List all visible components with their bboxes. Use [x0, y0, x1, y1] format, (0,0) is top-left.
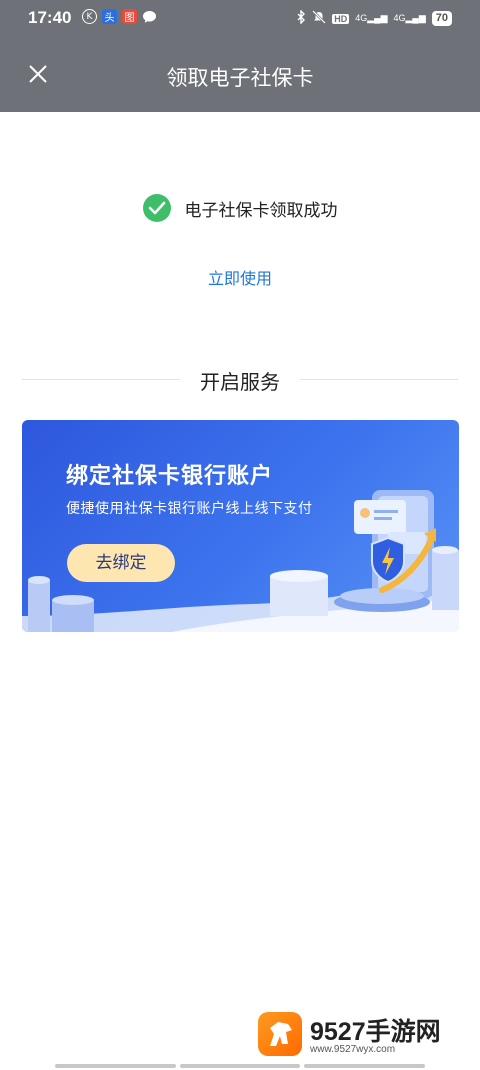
watermark-url: www.9527wyx.com [310, 1044, 396, 1055]
page-header: 领取电子社保卡 [0, 38, 480, 112]
signal-icon-2: 4G▂▄▆ [393, 13, 426, 23]
banner-title: 绑定社保卡银行账户 [66, 464, 274, 489]
top-bar: 17:40 K 头 图 HD 4G▂▄▆ 4G▂▄▆ 70 领取电子社保卡 [0, 0, 480, 112]
gesture-segment [304, 1064, 426, 1068]
k-app-icon: K [82, 9, 97, 24]
page-title: 领取电子社保卡 [166, 66, 314, 90]
network-label-2: 4G [393, 13, 406, 23]
success-message: 电子社保卡领取成功 [0, 194, 480, 222]
system-icons: HD 4G▂▄▆ 4G▂▄▆ 70 [297, 9, 452, 27]
gesture-segment [55, 1064, 176, 1068]
toutiao-icon: 头 [102, 9, 117, 24]
bind-button[interactable]: 去绑定 [67, 544, 175, 582]
watermark-brand: 9527手游网 [310, 1018, 441, 1046]
divider-line-right [300, 379, 458, 380]
app-root: 17:40 K 头 图 HD 4G▂▄▆ 4G▂▄▆ 70 领取电子社保卡 电子… [0, 0, 480, 1070]
section-title: 开启服务 [200, 370, 280, 394]
mute-icon [312, 10, 327, 27]
gesture-segment [179, 1064, 301, 1068]
message-bubble-icon [142, 9, 157, 24]
network-label-1: 4G [355, 13, 368, 23]
bluetooth-icon [297, 9, 306, 27]
hd-icon: HD [332, 13, 350, 24]
check-circle-icon [142, 194, 171, 222]
gesture-bar [55, 1064, 426, 1068]
battery-indicator: 70 [431, 11, 452, 26]
section-divider: 开启服务 [22, 366, 458, 394]
signal-icon-1: 4G▂▄▆ [355, 13, 388, 23]
status-bar: 17:40 K 头 图 HD 4G▂▄▆ 4G▂▄▆ 70 [0, 0, 480, 38]
use-now-link[interactable]: 立即使用 [0, 265, 480, 289]
success-text: 电子社保卡领取成功 [184, 200, 338, 221]
notification-icons: K 头 图 [82, 9, 157, 24]
horse-logo-icon [258, 1012, 302, 1056]
banner-subtitle: 便捷使用社保卡银行账户线上线下支付 [66, 501, 313, 517]
banner-illustration [22, 490, 459, 632]
baidu-map-icon: 图 [122, 9, 137, 24]
status-time: 17:40 [28, 8, 72, 27]
watermark: 9527手游网 www.9527wyx.com [258, 1010, 458, 1058]
bind-bank-account-banner[interactable]: 绑定社保卡银行账户 便捷使用社保卡银行账户线上线下支付 去绑定 [22, 420, 459, 632]
